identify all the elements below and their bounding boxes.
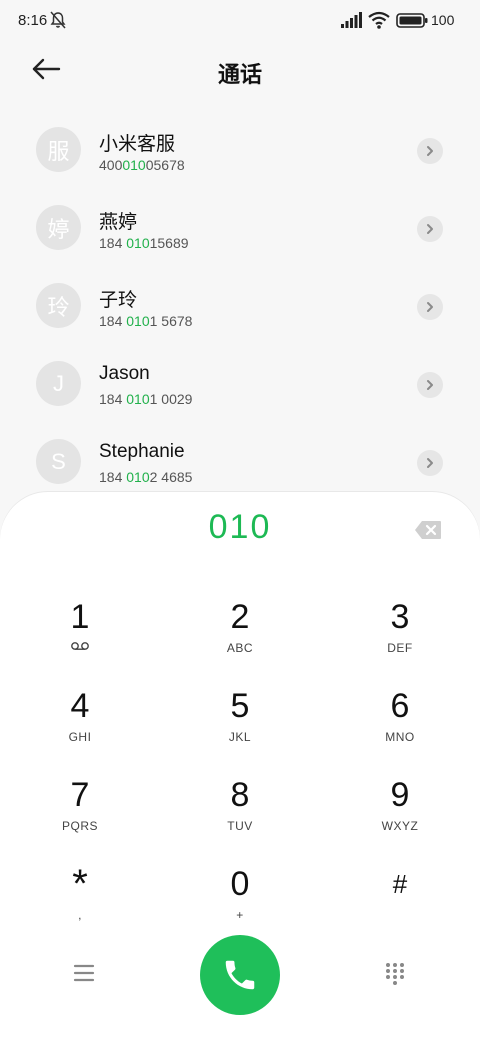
contact-number: 184 01015689 bbox=[99, 235, 189, 251]
key-4[interactable]: 4 GHI bbox=[25, 686, 135, 766]
key-digit: 3 bbox=[390, 598, 410, 636]
key-digit: * bbox=[72, 862, 88, 906]
key-digit: 5 bbox=[230, 687, 250, 725]
key-letters: ABC bbox=[226, 641, 254, 655]
chevron-right-icon bbox=[427, 224, 433, 234]
wifi-icon bbox=[368, 11, 390, 29]
contact-row[interactable]: J Jason 184 0101 0029 bbox=[0, 347, 480, 425]
contact-number: 184 0101 0029 bbox=[99, 391, 193, 407]
chevron-right-icon bbox=[427, 146, 433, 156]
chevron-right-icon bbox=[427, 458, 433, 468]
backspace-icon[interactable] bbox=[414, 520, 442, 540]
dialpad-icon[interactable] bbox=[384, 962, 406, 986]
key-letters: , bbox=[78, 908, 82, 922]
detail-button[interactable] bbox=[417, 138, 443, 164]
contact-number: 184 0101 5678 bbox=[99, 313, 193, 329]
page-title: 通话 bbox=[217, 62, 262, 87]
key-letters: WXYZ bbox=[381, 819, 419, 833]
signal-icon bbox=[341, 12, 362, 28]
key-hash[interactable]: # bbox=[345, 864, 455, 944]
key-9[interactable]: 9 WXYZ bbox=[345, 775, 455, 855]
dialpad-panel: 010 1 2 ABC 3 DEF 4 GHI 5 JKL 6 MNO 7 PQ… bbox=[0, 492, 480, 1040]
key-0[interactable]: 0 + bbox=[185, 864, 295, 944]
key-6[interactable]: 6 MNO bbox=[345, 686, 455, 766]
contact-row[interactable]: 婷 燕婷 184 01015689 bbox=[0, 191, 480, 269]
key-digit: 7 bbox=[70, 776, 90, 814]
status-time: 8:16 bbox=[18, 12, 48, 29]
key-digit: 8 bbox=[230, 776, 250, 814]
contact-name: Stephanie bbox=[99, 441, 185, 462]
contact-name: 子玲 bbox=[99, 290, 138, 311]
detail-button[interactable] bbox=[417, 450, 443, 476]
key-digit: 2 bbox=[230, 598, 250, 636]
key-digit: 4 bbox=[70, 687, 90, 725]
detail-button[interactable] bbox=[417, 216, 443, 242]
voicemail-icon bbox=[71, 642, 89, 650]
key-digit: # bbox=[392, 869, 408, 899]
chevron-right-icon bbox=[427, 380, 433, 390]
key-2[interactable]: 2 ABC bbox=[185, 597, 295, 677]
bell-muted-icon bbox=[50, 11, 66, 29]
contact-number: 40001005678 bbox=[99, 157, 185, 173]
call-button[interactable] bbox=[200, 935, 280, 1015]
chevron-right-icon bbox=[427, 302, 433, 312]
avatar: 玲 bbox=[36, 283, 81, 328]
number-match: 010 bbox=[126, 469, 150, 485]
key-letters: PQRS bbox=[61, 819, 98, 833]
menu-icon[interactable] bbox=[72, 962, 96, 984]
detail-button[interactable] bbox=[417, 294, 443, 320]
status-bar: 8:16 100 bbox=[0, 0, 480, 40]
key-digit: 9 bbox=[390, 776, 410, 814]
detail-button[interactable] bbox=[417, 372, 443, 398]
phone-screen: 8:16 100 通话 服 小米客服 40001005678 婷 燕婷 184 … bbox=[0, 0, 480, 1040]
key-digit: 0 bbox=[230, 865, 250, 903]
number-match: 010 bbox=[122, 157, 146, 173]
contact-row[interactable]: 服 小米客服 40001005678 bbox=[0, 113, 480, 191]
avatar: 服 bbox=[36, 127, 81, 172]
key-digit: 1 bbox=[70, 598, 90, 636]
key-3[interactable]: 3 DEF bbox=[345, 597, 455, 677]
phone-icon bbox=[225, 960, 255, 990]
header: 通话 bbox=[0, 40, 480, 100]
number-match: 010 bbox=[126, 313, 150, 329]
contact-number: 184 0102 4685 bbox=[99, 469, 193, 485]
contact-name: Jason bbox=[99, 363, 150, 384]
key-7[interactable]: 7 PQRS bbox=[25, 775, 135, 855]
avatar: 婷 bbox=[36, 205, 81, 250]
key-letters: GHI bbox=[68, 730, 92, 744]
key-letters: MNO bbox=[385, 730, 415, 744]
key-letters: TUV bbox=[227, 819, 253, 833]
dial-input[interactable]: 010 bbox=[0, 508, 480, 547]
number-match: 010 bbox=[126, 235, 150, 251]
key-8[interactable]: 8 TUV bbox=[185, 775, 295, 855]
avatar: S bbox=[36, 439, 81, 484]
key-letters: DEF bbox=[387, 641, 413, 655]
key-letters: JKL bbox=[228, 730, 252, 744]
key-5[interactable]: 5 JKL bbox=[185, 686, 295, 766]
key-digit: 6 bbox=[390, 687, 410, 725]
battery-level: 100 bbox=[431, 12, 455, 28]
contact-name: 小米客服 bbox=[99, 134, 176, 155]
battery-icon bbox=[396, 13, 428, 28]
contact-name: 燕婷 bbox=[99, 212, 138, 233]
key-1[interactable]: 1 bbox=[25, 597, 135, 677]
contact-row[interactable]: 玲 子玲 184 0101 5678 bbox=[0, 269, 480, 347]
key-star[interactable]: * , bbox=[25, 864, 135, 944]
key-letters: + bbox=[236, 908, 244, 922]
number-match: 010 bbox=[126, 391, 150, 407]
contact-list: 服 小米客服 40001005678 婷 燕婷 184 01015689 玲 子… bbox=[0, 113, 480, 503]
avatar: J bbox=[36, 361, 81, 406]
